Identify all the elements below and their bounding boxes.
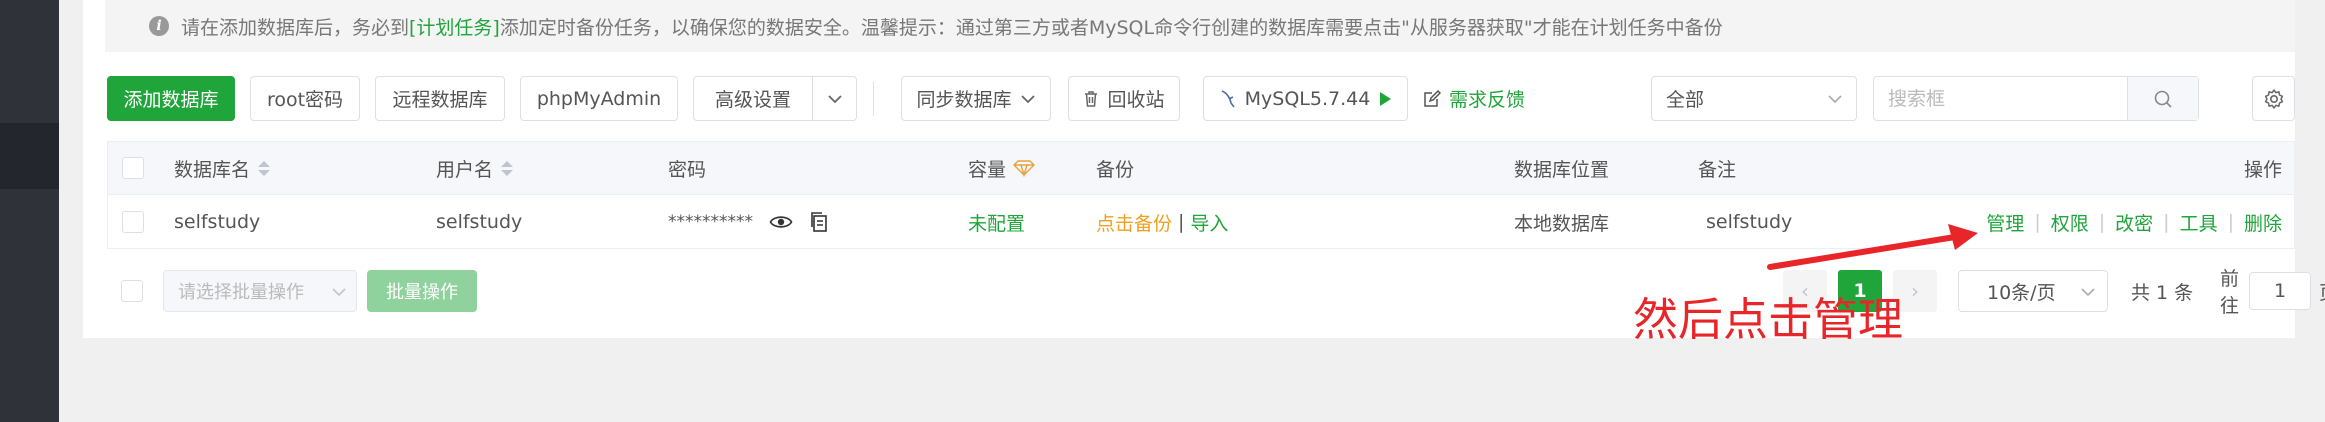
table-settings-button[interactable] [2252, 76, 2295, 121]
col-note: 备注 [1698, 158, 1737, 181]
col-capacity-label: 容量 [968, 158, 1007, 181]
permission-link[interactable]: 权限 [2051, 209, 2089, 236]
chevron-down-icon [2081, 288, 2095, 297]
row-checkbox[interactable] [122, 211, 144, 233]
sidebar [0, 0, 59, 422]
search-button[interactable] [2127, 77, 2198, 120]
advanced-settings-button[interactable]: 高级设置 [693, 76, 813, 121]
mysql-version-label: MySQL5.7.44 [1244, 87, 1371, 110]
gear-icon [2264, 88, 2283, 109]
search-icon [2154, 90, 2172, 108]
notice-prefix: 请在添加数据库后，务必到 [181, 16, 410, 39]
col-password: 密码 [668, 158, 707, 181]
col-capacity: 容量 [968, 142, 1036, 194]
backup-now-link[interactable]: 点击备份 [1096, 209, 1172, 236]
backup-separator: | [1178, 211, 1185, 233]
goto-unit: 页 [2319, 278, 2325, 305]
mysql-dolphin-icon [1221, 89, 1235, 107]
table-row: selfstudy selfstudy ********** 未配置 点击备份 … [108, 195, 2294, 249]
username-cell: selfstudy [436, 211, 523, 233]
password-cell: ********** [668, 195, 829, 249]
ops-separator: | [2098, 211, 2106, 233]
database-panel: i 请在添加数据库后，务必到 [计划任务] 添加定时备份任务，以确保您的数据安全。温… [83, 0, 2325, 338]
total-count: 共 1 条 [2131, 281, 2194, 304]
database-table: 数据库名 用户名 密码 容量 备份 数据库位置 备注 操作 selfstudy … [107, 141, 2295, 249]
copy-icon[interactable] [809, 211, 829, 233]
edit-note-icon [1424, 89, 1441, 107]
import-link[interactable]: 导入 [1190, 209, 1228, 236]
sidebar-item-active[interactable] [0, 123, 59, 189]
chevron-down-icon [1020, 94, 1035, 103]
password-masked: ********** [668, 212, 753, 232]
col-location: 数据库位置 [1514, 158, 1610, 181]
manage-link[interactable]: 管理 [1986, 209, 2024, 236]
col-operations: 操作 [2243, 158, 2282, 181]
capacity-cell[interactable]: 未配置 [968, 195, 1025, 249]
goto-page: 前往 页 [2220, 268, 2325, 317]
table-header: 数据库名 用户名 密码 容量 备份 数据库位置 备注 操作 [108, 142, 2294, 195]
root-password-button[interactable]: root密码 [250, 76, 360, 121]
chevron-down-icon [827, 94, 842, 103]
search-box [1873, 76, 2199, 121]
select-all-checkbox[interactable] [122, 157, 144, 179]
location-cell: 本地数据库 [1514, 212, 1610, 235]
search-input[interactable] [1874, 77, 2134, 120]
page-size-select[interactable]: 10条/页 [1958, 270, 2108, 312]
remote-database-button[interactable]: 远程数据库 [375, 76, 505, 121]
batch-operation-select[interactable]: 请选择批量操作 [163, 270, 357, 312]
col-username-label: 用户名 [436, 158, 494, 181]
goto-label: 前往 [2220, 268, 2240, 317]
sync-database-button[interactable]: 同步数据库 [901, 76, 1051, 121]
advanced-settings-dropdown[interactable] [812, 76, 857, 121]
operations-cell: 管理 | 权限 | 改密 | 工具 | 删除 [1986, 195, 2282, 249]
phpmyadmin-button[interactable]: phpMyAdmin [520, 76, 678, 121]
info-icon: i [149, 16, 169, 36]
sync-database-label: 同步数据库 [916, 89, 1012, 111]
recycle-bin-label: 回收站 [1107, 89, 1165, 111]
vip-diamond-icon [1013, 160, 1036, 177]
database-filter-value: 全部 [1666, 89, 1705, 111]
backup-cell: 点击备份 | 导入 [1096, 195, 1228, 249]
notice-bar: i 请在添加数据库后，务必到 [计划任务] 添加定时备份任务，以确保您的数据安全。温… [105, 0, 2295, 52]
sort-icon [258, 160, 271, 176]
feedback-label: 需求反馈 [1449, 89, 1526, 111]
batch-operation-placeholder: 请选择批量操作 [178, 282, 304, 303]
recycle-bin-button[interactable]: 回收站 [1068, 76, 1180, 121]
trash-icon [1085, 90, 1098, 107]
chevron-down-icon [332, 288, 346, 297]
col-db-name[interactable]: 数据库名 [174, 142, 271, 194]
change-password-link[interactable]: 改密 [2115, 209, 2153, 236]
notice-cron-link[interactable]: [计划任务] [409, 13, 500, 40]
toolbar-divider [873, 82, 874, 116]
goto-page-input[interactable] [2249, 272, 2312, 310]
db-name-cell: selfstudy [174, 211, 261, 233]
col-username[interactable]: 用户名 [436, 142, 514, 194]
col-backup: 备份 [1096, 158, 1135, 181]
sort-icon [501, 160, 514, 176]
ops-separator: | [2034, 211, 2041, 233]
tools-link[interactable]: 工具 [2180, 209, 2218, 236]
note-cell: selfstudy [1706, 211, 1793, 233]
page-size-value: 10条/页 [1987, 281, 2056, 304]
notice-suffix: 添加定时备份任务，以确保您的数据安全。温馨提示：通过第三方或者MySQL命令行创… [499, 16, 1723, 39]
ops-separator: | [2163, 211, 2170, 233]
ops-separator: | [2227, 211, 2234, 233]
chevron-down-icon [1828, 95, 1842, 104]
batch-operation-button[interactable]: 批量操作 [367, 270, 477, 312]
add-database-button[interactable]: 添加数据库 [107, 76, 235, 121]
eye-icon[interactable] [769, 213, 793, 231]
mysql-version-button[interactable]: MySQL5.7.44 [1203, 76, 1408, 121]
database-filter-select[interactable]: 全部 [1651, 76, 1857, 121]
delete-link[interactable]: 删除 [2244, 209, 2282, 236]
col-db-name-label: 数据库名 [174, 158, 251, 181]
footer-select-all-checkbox[interactable] [121, 280, 143, 302]
annotation-text: 然后点击管理 [1633, 293, 1904, 346]
play-icon [1380, 91, 1392, 106]
feedback-link[interactable]: 需求反馈 [1423, 76, 1525, 121]
